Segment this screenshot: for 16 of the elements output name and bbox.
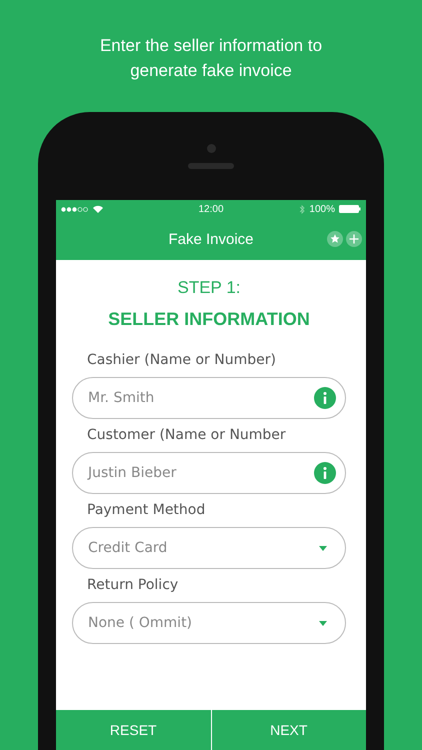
footer-button[interactable]: RESET [56, 710, 210, 750]
dropdown-field[interactable]: Credit Card [72, 527, 346, 569]
section-heading: SELLER INFORMATION [107, 309, 311, 330]
field-label: Customer (Name or Number [87, 427, 287, 443]
text-field[interactable]: Justin Bieber [72, 452, 346, 494]
field-label: Cashier (Name or Number) [87, 352, 277, 368]
battery-percent: 100% [309, 204, 335, 214]
footer-button[interactable]: NEXT [212, 710, 366, 750]
caption: Enter the seller information to generate fake invoice [98, 35, 324, 79]
dropdown-field[interactable]: None ( Ommit) [72, 602, 346, 644]
text-field[interactable]: Mr. Smith [72, 377, 346, 419]
field-label: Payment Method [87, 502, 206, 518]
nav-title: Fake Invoice [168, 230, 254, 248]
step-title: STEP 1: [176, 278, 242, 298]
field-label: Return Policy [87, 577, 180, 593]
status-time: 12:00 [198, 204, 224, 214]
